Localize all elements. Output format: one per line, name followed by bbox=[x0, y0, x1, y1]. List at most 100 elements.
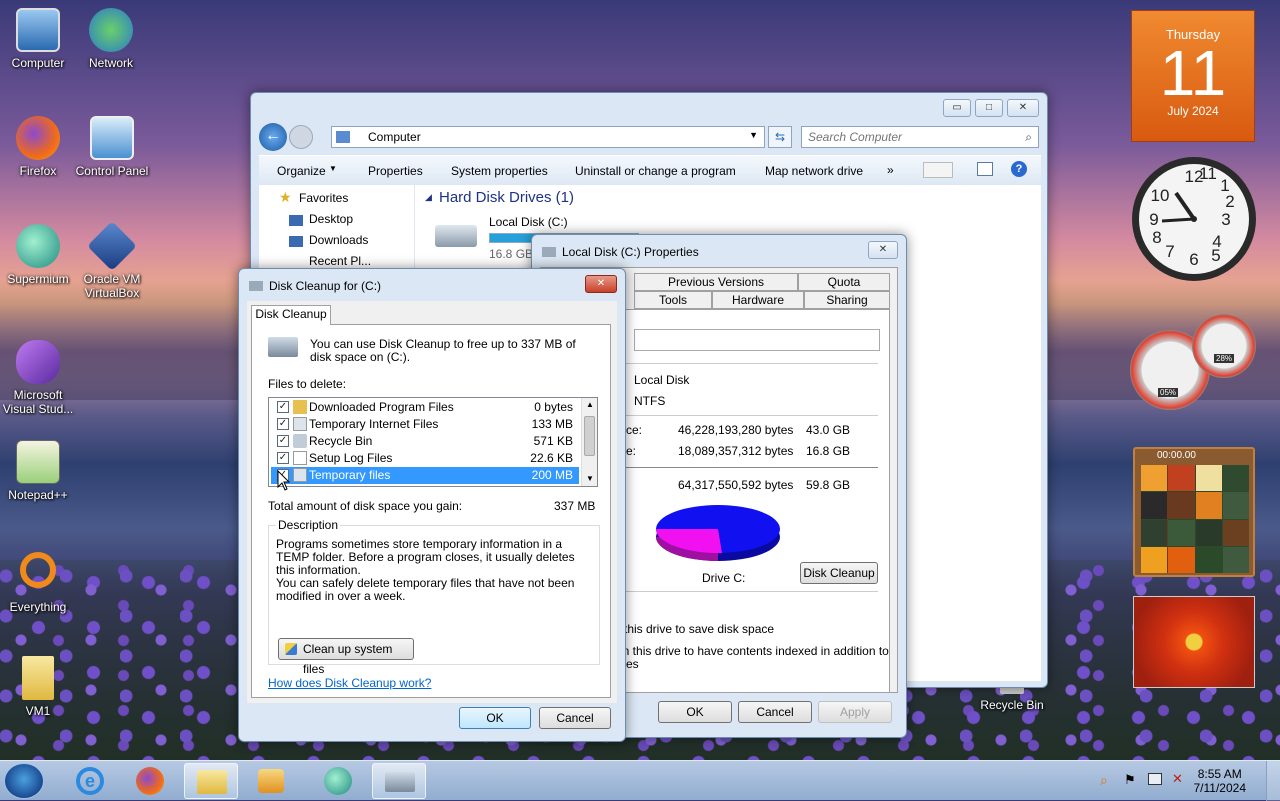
chevron-down-icon[interactable]: ▼ bbox=[749, 130, 758, 140]
taskbar-media-player[interactable] bbox=[244, 763, 298, 799]
volume-muted-icon[interactable]: ✕ bbox=[1172, 771, 1183, 787]
list-item[interactable]: ✓ Downloaded Program Files 0 bytes bbox=[271, 399, 579, 416]
checkbox[interactable]: ✓ bbox=[277, 452, 289, 464]
description-text-1: Programs sometimes store temporary infor… bbox=[276, 537, 575, 577]
apply-button[interactable]: Apply bbox=[818, 701, 892, 723]
cpu-meter-gadget[interactable]: 05% 28% bbox=[1130, 312, 1260, 412]
flag-icon[interactable]: ⚑ bbox=[1124, 772, 1136, 788]
desktop-icon-everything[interactable]: Everything bbox=[0, 548, 76, 614]
help-link[interactable]: How does Disk Cleanup work? bbox=[268, 676, 431, 690]
svg-text:11: 11 bbox=[1199, 164, 1217, 183]
desktop-icon-firefox[interactable]: Firefox bbox=[0, 116, 76, 178]
folder-icon bbox=[22, 656, 54, 700]
tab-sharing[interactable]: Sharing bbox=[804, 291, 890, 309]
svg-text:5: 5 bbox=[1211, 246, 1220, 265]
desktop-icon-vm1[interactable]: VM1 bbox=[0, 656, 76, 718]
clock-date: 7/11/2024 bbox=[1193, 781, 1247, 795]
address-bar[interactable]: Computer ▼ bbox=[331, 126, 765, 148]
search-tray-icon[interactable]: ⌕ bbox=[1100, 772, 1108, 789]
command-bar: Organize ▼ Properties System properties U… bbox=[259, 155, 1041, 185]
nav-favorites[interactable]: Favorites bbox=[299, 191, 348, 205]
desktop-icon-network[interactable]: Network bbox=[73, 8, 149, 70]
scrollbar[interactable]: ▲ ▼ bbox=[581, 398, 597, 486]
nav-recent-places[interactable]: Recent Pl... bbox=[309, 254, 371, 268]
disk-cleanup-icon bbox=[249, 281, 263, 291]
disk-cleanup-button[interactable]: Disk Cleanup bbox=[800, 562, 878, 584]
close-button[interactable]: ✕ bbox=[585, 275, 617, 293]
help-icon[interactable]: ? bbox=[1011, 161, 1027, 177]
checkbox[interactable]: ✓ bbox=[277, 401, 289, 413]
desktop-icon-supermium[interactable]: Supermium bbox=[0, 224, 76, 286]
tab-disk-cleanup[interactable]: Disk Cleanup bbox=[251, 305, 331, 325]
close-button[interactable]: ✕ bbox=[868, 241, 898, 259]
back-button[interactable]: ← bbox=[259, 123, 287, 151]
nav-downloads[interactable]: Downloads bbox=[309, 233, 368, 247]
network-tray-icon[interactable] bbox=[1148, 773, 1162, 785]
system-properties-button[interactable]: System properties bbox=[451, 164, 548, 178]
calendar-gadget[interactable]: Thursday 11 July 2024 bbox=[1131, 10, 1255, 142]
more-commands-button[interactable]: » bbox=[887, 163, 894, 177]
checkbox[interactable]: ✓ bbox=[277, 435, 289, 447]
ok-button[interactable]: OK bbox=[658, 701, 732, 723]
desktop-icon-visual-studio[interactable]: Microsoft Visual Stud... bbox=[0, 340, 76, 416]
desktop-icon-notepadpp[interactable]: Notepad++ bbox=[0, 440, 76, 502]
files-list[interactable]: ✓ Downloaded Program Files 0 bytes ✓ Tem… bbox=[268, 397, 598, 487]
desktop-icon-label: Supermium bbox=[7, 272, 69, 286]
slideshow-gadget[interactable] bbox=[1133, 596, 1255, 688]
show-desktop-button[interactable] bbox=[1266, 761, 1280, 801]
supermium-icon bbox=[16, 224, 60, 268]
puzzle-timer: 00:00.00 bbox=[1157, 450, 1196, 461]
collapse-icon[interactable]: ◢ bbox=[425, 192, 432, 203]
search-input[interactable] bbox=[808, 130, 1008, 144]
desktop-icon-computer[interactable]: Computer bbox=[0, 8, 76, 70]
desktop-icon-control-panel[interactable]: Control Panel bbox=[73, 116, 151, 178]
cancel-button[interactable]: Cancel bbox=[539, 707, 611, 729]
taskbar-firefox[interactable] bbox=[124, 763, 178, 799]
tab-hardware[interactable]: Hardware bbox=[712, 291, 804, 309]
volume-label-input[interactable] bbox=[634, 329, 880, 351]
clock-gadget[interactable]: 12 13 467 8910 1125 bbox=[1130, 155, 1258, 283]
picture-puzzle-gadget[interactable]: 00:00.00 bbox=[1133, 447, 1255, 577]
free-space-label: e: bbox=[626, 444, 637, 458]
list-item[interactable]: ✓ Setup Log Files 22.6 KB bbox=[271, 450, 579, 467]
minimize-button[interactable]: ▭ bbox=[943, 99, 971, 117]
scroll-up-icon[interactable]: ▲ bbox=[586, 400, 594, 409]
clean-up-system-files-button[interactable]: Clean up system files bbox=[278, 638, 414, 676]
preview-pane-icon[interactable] bbox=[977, 162, 993, 176]
maximize-button[interactable]: □ bbox=[975, 99, 1003, 117]
index-drive-text[interactable]: on this drive to have contents indexed i… bbox=[616, 644, 889, 658]
scroll-thumb[interactable] bbox=[584, 416, 595, 456]
taskbar-disk-cleanup[interactable] bbox=[372, 763, 426, 799]
list-item[interactable]: ✓ Temporary files 200 MB bbox=[271, 467, 579, 484]
tab-previous-versions[interactable]: Previous Versions bbox=[634, 273, 798, 291]
taskbar-clock[interactable]: 8:55 AM 7/11/2024 bbox=[1194, 767, 1247, 795]
taskbar-internet-explorer[interactable]: e bbox=[64, 763, 118, 799]
tab-quota[interactable]: Quota bbox=[798, 273, 890, 291]
cancel-button[interactable]: Cancel bbox=[738, 701, 812, 723]
computer-icon bbox=[336, 131, 350, 143]
uninstall-program-button[interactable]: Uninstall or change a program bbox=[575, 164, 736, 178]
properties-button[interactable]: Properties bbox=[368, 164, 423, 178]
ok-button[interactable]: OK bbox=[459, 707, 531, 729]
disk-cleanup-dialog[interactable]: Disk Cleanup for (C:) ✕ Disk Cleanup You… bbox=[238, 268, 626, 742]
start-button[interactable] bbox=[4, 763, 44, 799]
checkbox[interactable]: ✓ bbox=[277, 418, 289, 430]
taskbar-supermium[interactable] bbox=[312, 763, 366, 799]
search-box[interactable]: ⌕ bbox=[801, 126, 1039, 148]
nav-desktop[interactable]: Desktop bbox=[309, 212, 353, 226]
close-button[interactable]: ✕ bbox=[1007, 99, 1039, 117]
desktop-icon-virtualbox[interactable]: Oracle VM VirtualBox bbox=[73, 221, 151, 300]
tab-tools[interactable]: Tools bbox=[634, 291, 712, 309]
scroll-down-icon[interactable]: ▼ bbox=[586, 474, 594, 483]
organize-menu[interactable]: Organize bbox=[277, 164, 326, 178]
refresh-button[interactable]: ⇆ bbox=[768, 126, 792, 148]
view-options-icon[interactable] bbox=[923, 162, 953, 178]
taskbar-explorer[interactable] bbox=[184, 763, 238, 799]
puzzle-grid[interactable] bbox=[1141, 465, 1249, 573]
compress-drive-text[interactable]: this drive to save disk space bbox=[624, 622, 774, 636]
list-item[interactable]: ✓ Recycle Bin 571 KB bbox=[271, 433, 579, 450]
list-item[interactable]: ✓ Temporary Internet Files 133 MB bbox=[271, 416, 579, 433]
forward-button[interactable] bbox=[289, 125, 313, 149]
address-text: Computer bbox=[368, 130, 421, 144]
map-network-drive-button[interactable]: Map network drive bbox=[765, 164, 863, 178]
